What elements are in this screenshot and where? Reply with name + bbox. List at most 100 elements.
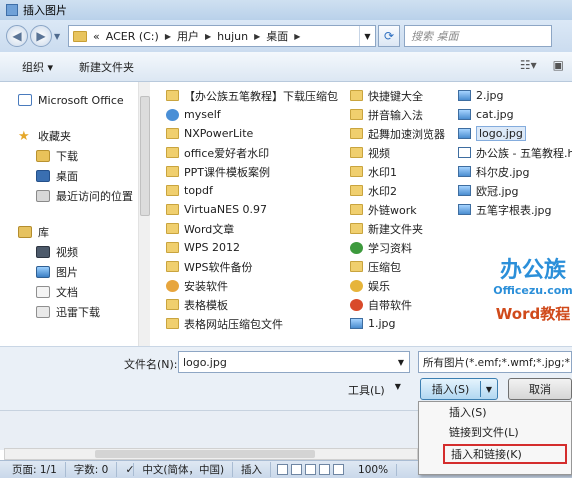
preview-pane-icon[interactable]: ▣ [553,58,564,72]
list-item[interactable]: 1.jpg [350,314,445,333]
status-words[interactable]: 字数: 0 [66,462,118,477]
reading-layout-icon[interactable] [291,464,303,475]
menu-item-insert[interactable]: 插入(S) [419,402,571,422]
list-item[interactable]: NXPowerLite [166,124,338,143]
forward-button[interactable]: ▶ [30,25,52,47]
list-item[interactable]: WPS软件备份 [166,257,338,276]
list-item[interactable]: 新建文件夹 [350,219,445,238]
file-name: logo.jpg [476,126,526,141]
list-item[interactable]: myself [166,105,338,124]
nav-label: 桌面 [56,170,78,183]
breadcrumb-drive[interactable]: ACER (C:) [106,30,159,43]
list-item[interactable]: PPT课件模板案例 [166,162,338,181]
insert-dropdown-arrow[interactable]: ▼ [481,385,497,394]
folder-icon [166,204,179,215]
list-item[interactable]: cat.jpg [458,105,572,124]
menu-item-insert-and-link[interactable]: 插入和链接(K) [443,444,567,464]
cancel-button[interactable]: 取消 [508,378,572,400]
nav-item-libraries[interactable]: 库 [0,222,149,242]
list-item[interactable]: 表格网站压缩包文件 [166,314,338,333]
organize-button[interactable]: 组织 ▾ [22,59,53,75]
nav-item-pictures[interactable]: 图片 [0,262,149,282]
list-item[interactable]: 学习资料 [350,238,445,257]
outline-icon[interactable] [319,464,331,475]
filetype-select[interactable]: 所有图片(*.emf;*.wmf;*.jpg;*.jp [418,351,572,373]
horizontal-scroll-thumb[interactable] [95,450,315,458]
status-zoom[interactable]: 100% [350,463,398,476]
file-column-3: 2.jpg cat.jpg logo.jpg 办公族 - 五笔教程.htm 科尔… [458,86,572,219]
new-folder-button[interactable]: 新建文件夹 [79,59,134,75]
chevron-down-icon[interactable]: ▼ [393,358,409,367]
list-item[interactable]: 水印2 [350,181,445,200]
print-layout-icon[interactable] [277,464,289,475]
list-item[interactable]: Word文章 [166,219,338,238]
nav-item-videos[interactable]: 视频 [0,242,149,262]
navigation-pane: Microsoft Office ★ 收藏夹 下载 桌面 最近访问的位置 库 视… [0,82,150,346]
web-layout-icon[interactable] [305,464,317,475]
status-language[interactable]: 中文(简体，中国) [134,462,234,477]
nav-item-downloads[interactable]: 下载 [0,146,149,166]
list-item[interactable]: 2.jpg [458,86,572,105]
status-page[interactable]: 页面: 1/1 [4,462,66,477]
refresh-button[interactable]: ⟳ [378,25,400,47]
list-item[interactable]: 起舞加速浏览器 [350,124,445,143]
list-item[interactable]: 外链work [350,200,445,219]
tools-label: 工具(L) [348,384,385,397]
tools-menu[interactable]: 工具(L) ▼ [348,382,401,398]
nav-scrollbar[interactable] [138,82,150,346]
list-item[interactable]: 科尔皮.jpg [458,162,572,181]
view-buttons [271,464,350,475]
file-name: 表格网站压缩包文件 [184,317,283,331]
list-item[interactable]: 安装软件 [166,276,338,295]
insert-label[interactable]: 插入(S) [421,381,481,397]
chevron-right-icon[interactable]: ▶ [294,32,300,41]
nav-scroll-thumb[interactable] [140,96,150,216]
breadcrumb-desktop[interactable]: 桌面 [266,28,288,44]
list-item[interactable]: 快捷键大全 [350,86,445,105]
address-dropdown[interactable]: ▼ [359,26,375,46]
nav-item-favorites[interactable]: ★ 收藏夹 [0,126,149,146]
draft-icon[interactable] [333,464,345,475]
list-item[interactable]: 五笔字根表.jpg [458,200,572,219]
list-item-selected[interactable]: logo.jpg [458,124,572,143]
breadcrumb-overflow[interactable]: « [93,30,100,43]
list-item[interactable]: VirtuaNES 0.97 [166,200,338,219]
list-item[interactable]: 自带软件 [350,295,445,314]
list-item[interactable]: WPS 2012 [166,238,338,257]
list-item[interactable]: 【办公族五笔教程】下载压缩包 [166,86,338,105]
list-item[interactable]: topdf [166,181,338,200]
nav-item-recent[interactable]: 最近访问的位置 [0,186,149,206]
recent-places-icon [36,190,50,202]
list-item[interactable]: 压缩包 [350,257,445,276]
status-mode[interactable]: 插入 [233,462,272,477]
back-button[interactable]: ◀ [6,25,28,47]
proofing-icon[interactable]: ✓ [117,463,135,476]
breadcrumb-users[interactable]: 用户 [177,28,199,44]
chevron-right-icon[interactable]: ▶ [254,32,260,41]
nav-item-documents[interactable]: 文档 [0,282,149,302]
nav-item-xunlei[interactable]: 迅雷下载 [0,302,149,322]
list-item[interactable]: 欧冠.jpg [458,181,572,200]
menu-item-link-to-file[interactable]: 链接到文件(L) [419,422,571,442]
nav-item-office[interactable]: Microsoft Office [0,90,149,110]
list-item[interactable]: 拼音输入法 [350,105,445,124]
chevron-right-icon[interactable]: ▶ [205,32,211,41]
list-item[interactable]: 表格模板 [166,295,338,314]
filename-field[interactable]: logo.jpg ▼ [178,351,410,373]
list-item[interactable]: office爱好者水印 [166,143,338,162]
list-item[interactable]: 视频 [350,143,445,162]
address-bar[interactable]: « ACER (C:) ▶ 用户 ▶ hujun ▶ 桌面 ▶ ▼ [68,25,376,47]
search-input[interactable]: 搜索 桌面 [404,25,552,47]
nav-label: 图片 [56,266,78,279]
recent-pages-dropdown[interactable]: ▼ [54,32,64,41]
horizontal-scrollbar[interactable] [4,448,418,460]
insert-button[interactable]: 插入(S) ▼ [420,378,498,400]
list-item[interactable]: 水印1 [350,162,445,181]
list-item[interactable]: 娱乐 [350,276,445,295]
chevron-right-icon[interactable]: ▶ [165,32,171,41]
view-options-icon[interactable]: ☷▾ [520,58,537,72]
list-item[interactable]: 办公族 - 五笔教程.htm [458,143,572,162]
folder-icon [350,185,363,196]
nav-item-desktop[interactable]: 桌面 [0,166,149,186]
breadcrumb-user[interactable]: hujun [217,30,248,43]
